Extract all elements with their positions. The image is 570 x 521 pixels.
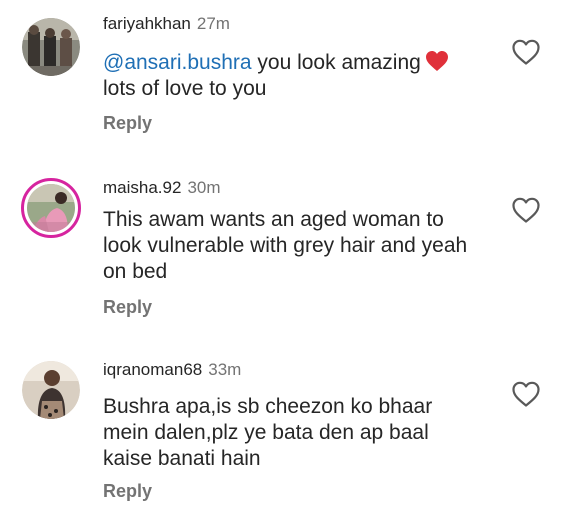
avatar[interactable] (22, 361, 80, 419)
reply-button[interactable]: Reply (103, 112, 152, 134)
comment-meta: fariyahkhan 27m (103, 14, 230, 34)
timestamp: 27m (196, 14, 230, 33)
username[interactable]: iqranoman68 (103, 360, 202, 379)
reply-button[interactable]: Reply (103, 480, 152, 502)
comment-text-line: lots of love to you (103, 77, 267, 100)
comment-meta: maisha.92 30m (103, 178, 221, 198)
avatar[interactable] (22, 18, 80, 76)
avatar[interactable] (21, 178, 81, 238)
comment-text: Bushra apa,is sb cheezon ko bhaar mein d… (103, 395, 433, 470)
red-heart-emoji-icon (425, 51, 448, 71)
username[interactable]: fariyahkhan (103, 14, 191, 33)
comment-text: @ansari.bushra you look amazing lots of … (103, 50, 503, 102)
comment-item: maisha.92 30m This awam wants an aged wom… (0, 150, 570, 330)
mention-link[interactable]: @ansari.bushra (103, 51, 252, 74)
like-button[interactable] (511, 38, 541, 66)
username[interactable]: maisha.92 (103, 178, 181, 197)
like-button[interactable] (511, 380, 541, 408)
timestamp: 30m (187, 178, 221, 197)
timestamp: 33m (208, 360, 242, 379)
comment-text-fragment: you look amazing (251, 51, 421, 74)
comment-item: fariyahkhan 27m @ansari.bushra you look a… (0, 0, 570, 150)
comment-meta: iqranoman68 33m (103, 360, 241, 380)
comment-item: iqranoman68 33m Bushra apa,is sb cheezon … (0, 340, 570, 521)
heart-outline-icon (512, 197, 540, 223)
heart-outline-icon (512, 381, 540, 407)
reply-button[interactable]: Reply (103, 296, 152, 318)
user-photo-avatar-icon (22, 18, 80, 76)
heart-outline-icon (512, 39, 540, 65)
comment-text: This awam wants an aged woman to look vu… (103, 208, 468, 283)
user-photo-avatar-icon (22, 361, 80, 419)
like-button[interactable] (511, 196, 541, 224)
user-photo-avatar-story-ring-icon (27, 184, 75, 232)
